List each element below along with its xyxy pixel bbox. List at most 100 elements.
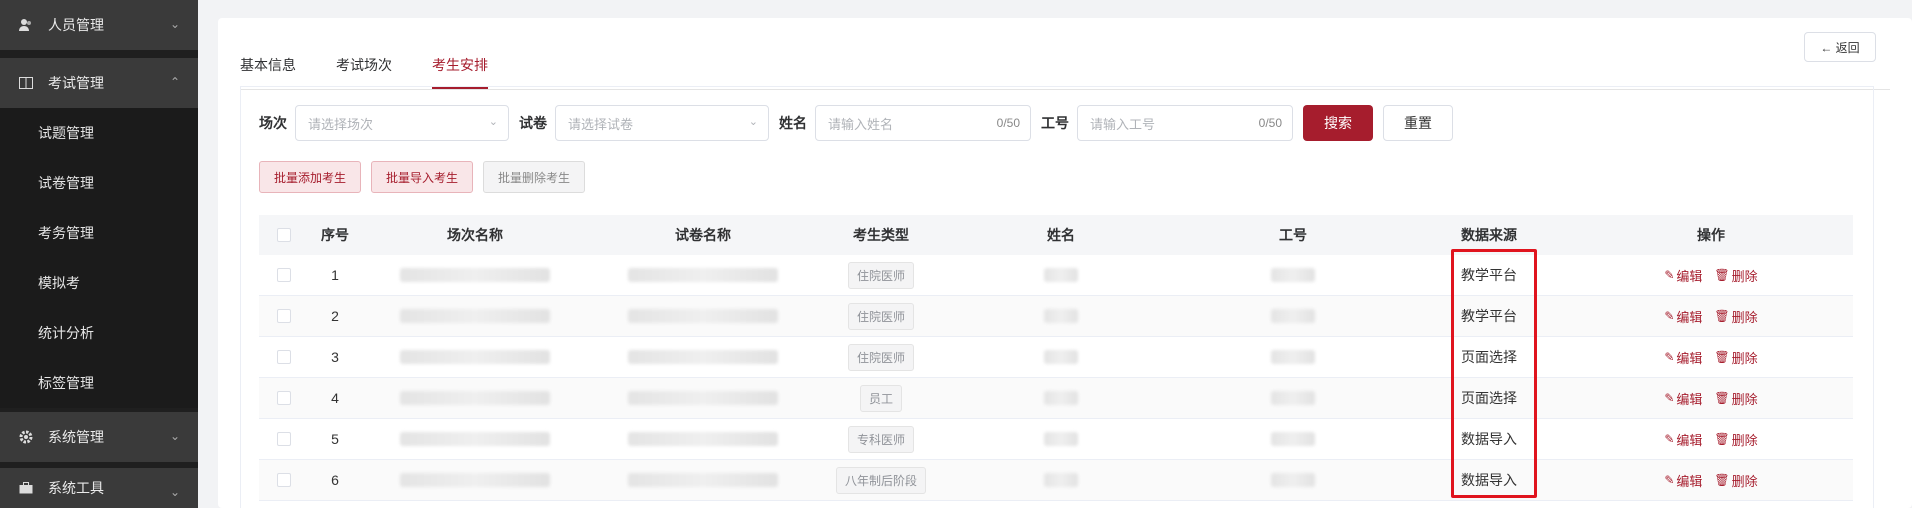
- paper-select[interactable]: 请选择试卷 ⌄: [555, 105, 769, 141]
- paper-name-redacted: [628, 432, 778, 446]
- employee-id-placeholder: 请输入工号: [1090, 116, 1156, 132]
- edit-link[interactable]: ✎ 编辑: [1664, 471, 1702, 490]
- edit-label: 编辑: [1676, 473, 1703, 489]
- row-index: 6: [331, 472, 339, 488]
- delete-link[interactable]: 🗑 删除: [1714, 471, 1757, 490]
- tab-exam-sessions[interactable]: 考试场次: [336, 55, 392, 89]
- delete-link[interactable]: 🗑 删除: [1714, 348, 1757, 367]
- trash-icon: 🗑: [1714, 432, 1730, 446]
- edit-icon: ✎: [1664, 391, 1675, 405]
- tab-examinee-arrangement[interactable]: 考生安排: [432, 55, 488, 89]
- row-checkbox[interactable]: [277, 473, 291, 487]
- select-all-checkbox[interactable]: [277, 228, 291, 242]
- sidebar-item-statistics[interactable]: 统计分析: [0, 308, 198, 358]
- back-button[interactable]: ← 返回: [1804, 32, 1876, 62]
- header-name: 姓名: [1047, 227, 1075, 243]
- edit-link[interactable]: ✎ 编辑: [1664, 307, 1702, 326]
- paper-name-redacted: [628, 350, 778, 364]
- row-checkbox[interactable]: [277, 309, 291, 323]
- header-type: 考生类型: [853, 227, 909, 243]
- name-input[interactable]: 请输入姓名 0/50: [815, 105, 1031, 141]
- table-row: 6 八年制后阶段 数据导入 ✎ 编辑 🗑 删除: [259, 460, 1853, 501]
- sidebar-group-label: 考试管理: [48, 75, 104, 91]
- row-checkbox[interactable]: [277, 432, 291, 446]
- gear-icon: [18, 429, 34, 445]
- tab-bar: 基本信息 考试场次 考生安排: [240, 40, 1890, 90]
- table-row: 1 住院医师 教学平台 ✎ 编辑 🗑 删除: [259, 255, 1853, 296]
- filter-bar: 场次 请选择场次 ⌄ 试卷 请选择试卷 ⌄ 姓名 请输入姓名 0/50 工号 请…: [259, 105, 1453, 141]
- header-source: 数据来源: [1461, 227, 1517, 243]
- sidebar-group-system[interactable]: 系统管理 ⌄: [0, 412, 198, 462]
- edit-link[interactable]: ✎ 编辑: [1664, 348, 1702, 367]
- employee-id-redacted: [1271, 268, 1315, 282]
- search-button[interactable]: 搜索: [1303, 105, 1373, 141]
- session-name-redacted: [400, 350, 550, 364]
- paper-name-redacted: [628, 473, 778, 487]
- data-source: 页面选择: [1461, 349, 1517, 365]
- batch-delete-button[interactable]: 批量删除考生: [483, 161, 586, 193]
- users-icon: [18, 17, 34, 33]
- edit-link[interactable]: ✎ 编辑: [1664, 266, 1702, 285]
- edit-label: 编辑: [1676, 309, 1703, 325]
- sidebar-item-questions[interactable]: 试题管理: [0, 108, 198, 158]
- examinee-type-tag: 住院医师: [847, 302, 914, 330]
- sidebar-group-tools[interactable]: 系统工具 ⌄: [0, 468, 198, 508]
- sidebar-item-tags[interactable]: 标签管理: [0, 358, 198, 408]
- edit-link[interactable]: ✎ 编辑: [1664, 430, 1702, 449]
- edit-icon: ✎: [1664, 473, 1675, 487]
- tab-basic-info[interactable]: 基本信息: [240, 55, 296, 89]
- name-redacted: [1044, 432, 1078, 446]
- session-select[interactable]: 请选择场次 ⌄: [295, 105, 509, 141]
- examinee-type-tag: 住院医师: [847, 343, 914, 371]
- delete-link[interactable]: 🗑 删除: [1714, 430, 1757, 449]
- session-name-redacted: [400, 309, 550, 323]
- sidebar-item-mock-exam[interactable]: 模拟考: [0, 258, 198, 308]
- row-checkbox[interactable]: [277, 350, 291, 364]
- chevron-down-icon: ⌄: [488, 116, 498, 128]
- sidebar-item-exam-affairs[interactable]: 考务管理: [0, 208, 198, 258]
- edit-icon: ✎: [1664, 350, 1675, 364]
- header-employee-id: 工号: [1279, 227, 1307, 243]
- delete-link[interactable]: 🗑 删除: [1714, 307, 1757, 326]
- main-card: 基本信息 考试场次 考生安排 ← 返回 场次 请选择场次 ⌄ 试卷 请选择试卷 …: [218, 18, 1912, 508]
- employee-id-redacted: [1271, 309, 1315, 323]
- table-row: 5 专科医师 数据导入 ✎ 编辑 🗑 删除: [259, 419, 1853, 460]
- header-session: 场次名称: [447, 227, 503, 243]
- sidebar-group-personnel[interactable]: 人员管理 ⌄: [0, 0, 198, 50]
- delete-link[interactable]: 🗑 删除: [1714, 389, 1757, 408]
- employee-id-redacted: [1271, 391, 1315, 405]
- sidebar-group-label: 系统管理: [48, 429, 104, 445]
- paper-filter-label: 试卷: [519, 115, 547, 131]
- session-name-redacted: [400, 432, 550, 446]
- content-panel: 场次 请选择场次 ⌄ 试卷 请选择试卷 ⌄ 姓名 请输入姓名 0/50 工号 请…: [240, 86, 1874, 508]
- batch-add-button[interactable]: 批量添加考生: [259, 161, 362, 193]
- table-row: 3 住院医师 页面选择 ✎ 编辑 🗑 删除: [259, 337, 1853, 378]
- edit-label: 编辑: [1676, 391, 1703, 407]
- delete-label: 删除: [1731, 350, 1758, 366]
- examinee-table: 序号 场次名称 试卷名称 考生类型 姓名 工号 数据来源 操作 1 住院医师 教…: [259, 215, 1853, 501]
- name-input-placeholder: 请输入姓名: [828, 116, 894, 132]
- sidebar-group-label: 系统工具: [48, 480, 104, 496]
- employee-id-char-count: 0/50: [1258, 116, 1282, 130]
- employee-id-redacted: [1271, 350, 1315, 364]
- chevron-down-icon: ⌄: [169, 17, 180, 31]
- row-checkbox[interactable]: [277, 391, 291, 405]
- reset-button[interactable]: 重置: [1383, 105, 1453, 141]
- delete-label: 删除: [1731, 309, 1758, 325]
- session-name-redacted: [400, 473, 550, 487]
- sidebar-item-papers[interactable]: 试卷管理: [0, 158, 198, 208]
- paper-name-redacted: [628, 268, 778, 282]
- sidebar-group-label: 人员管理: [48, 17, 104, 33]
- name-redacted: [1044, 350, 1078, 364]
- row-checkbox[interactable]: [277, 268, 291, 282]
- row-index: 3: [331, 349, 339, 365]
- sidebar-group-exam[interactable]: 考试管理 ⌃: [0, 58, 198, 108]
- employee-id-input[interactable]: 请输入工号 0/50: [1077, 105, 1293, 141]
- trash-icon: 🗑: [1714, 391, 1730, 405]
- edit-link[interactable]: ✎ 编辑: [1664, 389, 1702, 408]
- edit-icon: ✎: [1664, 309, 1675, 323]
- batch-import-button[interactable]: 批量导入考生: [371, 161, 474, 193]
- examinee-type-tag: 八年制后阶段: [835, 466, 926, 494]
- delete-link[interactable]: 🗑 删除: [1714, 266, 1757, 285]
- edit-icon: ✎: [1664, 268, 1675, 282]
